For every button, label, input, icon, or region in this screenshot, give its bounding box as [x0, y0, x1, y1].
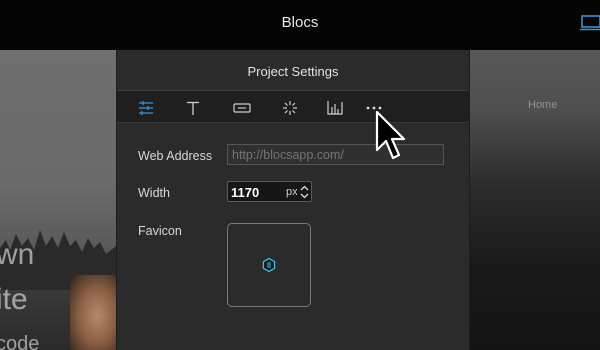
width-value[interactable]: 1170 [231, 185, 259, 200]
mouse-pointer-icon [375, 110, 406, 160]
title-bar: Blocs [0, 0, 600, 50]
chart-icon [327, 101, 343, 115]
text-icon [187, 101, 199, 115]
preview-left-panel: wn ite code [0, 50, 116, 350]
tab-general[interactable] [135, 97, 157, 119]
hero-text-line-1: wn [0, 238, 35, 271]
tab-analytics[interactable] [324, 97, 346, 119]
hero-text-line-3: code [0, 333, 40, 350]
web-address-label: Web Address [138, 149, 213, 163]
blocs-logo-icon [262, 258, 276, 272]
loader-icon [283, 101, 297, 115]
person-photo [70, 275, 116, 350]
width-stepper[interactable] [299, 184, 310, 200]
tab-typography[interactable] [182, 97, 204, 119]
tab-buttons[interactable] [231, 97, 253, 119]
favicon-dropzone[interactable] [227, 223, 311, 307]
width-field[interactable]: 1170 px [227, 181, 312, 202]
dialog-title: Project Settings [247, 64, 339, 79]
hero-text-line-2: ite [0, 283, 28, 316]
button-icon [233, 103, 251, 113]
project-settings-dialog: Project Settings Web Address http://bloc… [116, 50, 470, 350]
favicon-label: Favicon [138, 224, 182, 238]
sliders-icon [139, 101, 153, 115]
tab-loading[interactable] [279, 97, 301, 119]
app-title: Blocs [281, 14, 319, 31]
width-label: Width [138, 186, 170, 200]
settings-tab-bar [117, 90, 469, 123]
nav-home-link: Home [528, 99, 558, 111]
width-unit: px [286, 186, 298, 198]
web-address-input[interactable] [227, 144, 444, 165]
laptop-icon[interactable] [580, 15, 600, 31]
preview-right-panel: Home [470, 50, 600, 350]
